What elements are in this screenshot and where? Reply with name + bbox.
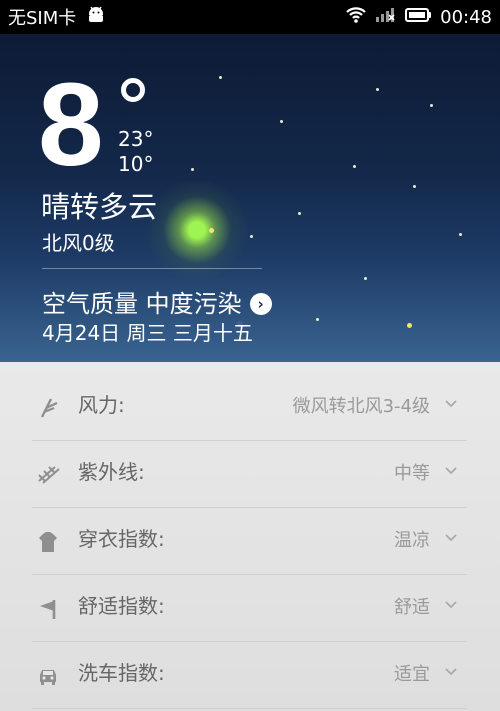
date-line: 4月24日 周三 三月十五 (42, 321, 253, 345)
star-decoration (376, 88, 379, 91)
star-decoration (298, 212, 301, 215)
low-temperature: 10° (118, 152, 154, 176)
wifi-icon (345, 6, 367, 29)
battery-icon (405, 7, 433, 28)
status-left: 无SIM卡 (8, 4, 108, 30)
comfort-icon (36, 597, 60, 621)
star-decoration (316, 318, 319, 321)
hero-divider (42, 268, 262, 269)
status-bar: 无SIM卡 00:48 (0, 0, 500, 34)
detail-label: 紫外线: (78, 460, 145, 484)
car-wash-icon (36, 664, 60, 688)
detail-value: 中等 (394, 463, 430, 484)
clothing-icon (36, 530, 60, 554)
detail-value: 舒适 (394, 597, 430, 618)
detail-value: 适宜 (394, 664, 430, 685)
uv-icon (36, 463, 60, 487)
star-decoration (459, 233, 462, 236)
detail-label: 穿衣指数: (78, 527, 165, 551)
detail-row-clothing[interactable]: 穿衣指数: 温凉 (32, 508, 467, 575)
weather-condition: 晴转多云 (41, 190, 158, 224)
star-decoration (250, 235, 253, 238)
wind-icon (36, 396, 60, 420)
clock: 00:48 (440, 6, 492, 28)
star-decoration (280, 120, 283, 123)
detail-value: 温凉 (394, 530, 430, 551)
chevron-down-icon (443, 595, 459, 615)
star-decoration (209, 228, 214, 233)
star-decoration (191, 168, 194, 171)
detail-row-car-wash[interactable]: 洗车指数: 适宜 (32, 642, 467, 709)
star-decoration (219, 76, 222, 79)
chevron-down-icon (443, 394, 459, 414)
air-quality-text: 空气质量 中度污染 (42, 290, 242, 318)
detail-row-comfort[interactable]: 舒适指数: 舒适 (32, 575, 467, 642)
detail-label: 风力: (78, 393, 125, 417)
detail-label: 舒适指数: (78, 594, 165, 618)
detail-row-uv[interactable]: 紫外线: 中等 (32, 441, 467, 508)
weather-hero: 8 23° 10° 晴转多云 北风0级 空气质量 中度污染 › 4月24日 周三… (0, 34, 500, 362)
detail-label: 洗车指数: (78, 661, 165, 685)
chevron-down-icon (443, 528, 459, 548)
current-temperature: 8 (38, 59, 104, 191)
signal-off-icon (374, 6, 398, 29)
degree-symbol (121, 78, 145, 102)
chevron-down-icon (443, 461, 459, 481)
chevron-down-icon (443, 662, 459, 682)
star-decoration (364, 277, 367, 280)
star-decoration (430, 104, 433, 107)
chevron-right-icon: › (249, 293, 272, 315)
star-decoration (353, 165, 356, 168)
star-decoration (407, 323, 412, 328)
star-decoration (413, 185, 416, 188)
detail-row-wind[interactable]: 风力: 微风转北风3-4级 (32, 374, 467, 441)
carrier-label: 无SIM卡 (8, 8, 77, 29)
weather-details-list: 风力: 微风转北风3-4级 紫外线: 中等 穿衣指数: 温凉 舒适指数: 舒适 … (0, 362, 500, 711)
status-right: 00:48 (345, 6, 492, 29)
wind-summary: 北风0级 (42, 231, 115, 255)
high-temperature: 23° (118, 127, 154, 151)
android-icon (84, 6, 108, 29)
air-quality-link[interactable]: 空气质量 中度污染 › (42, 292, 272, 316)
detail-value: 微风转北风3-4级 (292, 396, 430, 417)
